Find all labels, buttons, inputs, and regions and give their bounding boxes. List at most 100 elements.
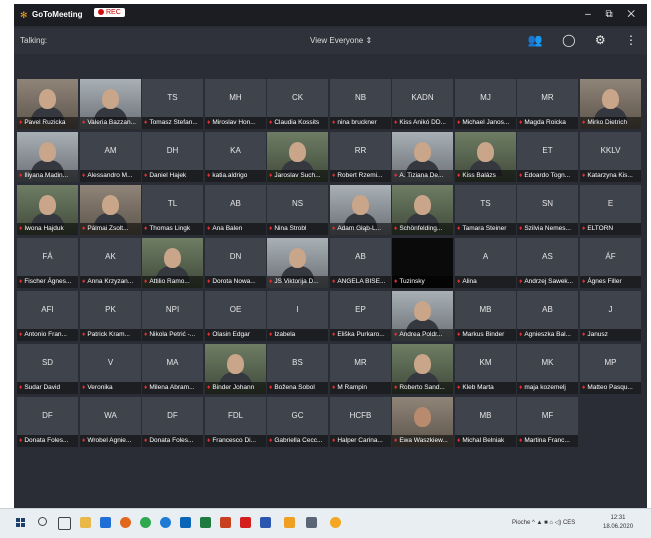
participant-tile[interactable]: HCFB ♦ Halper Carina... bbox=[330, 397, 391, 447]
participant-tile[interactable]: NPI ♦ Nikola Petrić -... bbox=[142, 291, 203, 341]
participant-tile[interactable]: ♦ Roberto Sand... bbox=[392, 344, 453, 394]
participant-tile[interactable]: MR ♦ Magda Roicka bbox=[517, 79, 578, 129]
participant-tile[interactable]: FDL ♦ Francesco Di... bbox=[205, 397, 266, 447]
participant-tile[interactable]: AK ♦ Anna Krzyzan... bbox=[80, 238, 141, 288]
participant-tile[interactable]: FÁ ♦ Fischer Ágnes... bbox=[17, 238, 78, 288]
participant-tile[interactable]: NB ♦ nina bruckner bbox=[330, 79, 391, 129]
participant-tile[interactable]: AB ♦ Agnieszka Bal... bbox=[517, 291, 578, 341]
participant-tile[interactable]: TL ♦ Thomas Lingk bbox=[142, 185, 203, 235]
participant-tile[interactable]: MJ ♦ Michael Janos... bbox=[455, 79, 516, 129]
participant-tile[interactable]: CK ♦ Claudia Kossits bbox=[267, 79, 328, 129]
participant-tile[interactable]: ♦ Iwona Hajduk bbox=[17, 185, 78, 235]
teams-icon[interactable] bbox=[284, 517, 295, 528]
windows-start-icon[interactable] bbox=[16, 518, 26, 528]
participant-tile[interactable]: MF ♦ Martina Franc... bbox=[517, 397, 578, 447]
participant-tile[interactable]: I ♦ Izabela bbox=[267, 291, 328, 341]
participant-tile[interactable]: DH ♦ Daniel Hajek bbox=[142, 132, 203, 182]
participant-tile[interactable]: ♦ JS Viktorija D... bbox=[267, 238, 328, 288]
rec-indicator[interactable]: REC bbox=[94, 8, 125, 17]
participant-tile[interactable]: TS ♦ Tamara Steiner bbox=[455, 185, 516, 235]
system-tray[interactable]: Pioche ^ ▲ ■ ⌂ ◁) CES bbox=[512, 519, 575, 526]
participant-tile[interactable]: ♦ Schönfelding... bbox=[392, 185, 453, 235]
excel-icon[interactable] bbox=[200, 517, 211, 528]
file-explorer-icon[interactable] bbox=[80, 517, 91, 528]
participant-tile[interactable]: ♦ Kiss Balázs bbox=[455, 132, 516, 182]
participant-tile[interactable]: EP ♦ Eliška Purkaro... bbox=[330, 291, 391, 341]
chrome-icon[interactable] bbox=[140, 517, 151, 528]
participant-tile[interactable]: AM ♦ Alessandro M... bbox=[80, 132, 141, 182]
task-view-icon[interactable] bbox=[58, 517, 71, 530]
participant-tile[interactable]: MB ♦ Michal Belniak bbox=[455, 397, 516, 447]
participant-tile[interactable]: ♦ Attilio Ramo... bbox=[142, 238, 203, 288]
participant-tile[interactable]: WA ♦ Wrobel Agnie... bbox=[80, 397, 141, 447]
participant-tile[interactable]: SD ♦ Sudar David bbox=[17, 344, 78, 394]
people-icon[interactable]: 👥 bbox=[528, 33, 543, 47]
participant-tile[interactable]: BS ♦ Božena Sobol bbox=[267, 344, 328, 394]
participant-tile[interactable]: DN ♦ Dorota Nowa... bbox=[205, 238, 266, 288]
participant-tile[interactable]: ÁF ♦ Ágnes Filler bbox=[580, 238, 641, 288]
firefox-icon[interactable] bbox=[120, 517, 131, 528]
participant-tile[interactable]: PK ♦ Patrick Kram... bbox=[80, 291, 141, 341]
chat-icon[interactable]: ◯ bbox=[562, 33, 575, 47]
participant-tile[interactable]: ♦ Valeria Bazzan... bbox=[80, 79, 141, 129]
participant-name-label: ♦ Jaroslav Such... bbox=[267, 170, 328, 182]
participant-tile[interactable]: RR ♦ Robert Rzemi... bbox=[330, 132, 391, 182]
search-icon[interactable] bbox=[38, 517, 47, 526]
participant-tile[interactable]: ♦ Tuzinsky bbox=[392, 238, 453, 288]
participant-tile[interactable]: ♦ A. Tiziana De... bbox=[392, 132, 453, 182]
participant-tile[interactable]: KM ♦ Kleb Marta bbox=[455, 344, 516, 394]
participant-tile[interactable]: KADN ♦ Kiss Anikó DD... bbox=[392, 79, 453, 129]
participant-tile[interactable]: ♦ Andrea Poldr... bbox=[392, 291, 453, 341]
window-controls[interactable]: – ⧉ ✕ bbox=[585, 9, 641, 20]
participant-tile[interactable]: ♦ Pavel Ruzicka bbox=[17, 79, 78, 129]
participant-tile[interactable]: ♦ Jaroslav Such... bbox=[267, 132, 328, 182]
participant-tile[interactable]: AB ♦ ANGELA BISE... bbox=[330, 238, 391, 288]
participant-tile[interactable]: KKLV ♦ Katarzyna Kis... bbox=[580, 132, 641, 182]
participant-tile[interactable]: ♦ Mirko Dietrich bbox=[580, 79, 641, 129]
word-icon[interactable] bbox=[260, 517, 271, 528]
participant-tile[interactable]: DF ♦ Donata Foles... bbox=[142, 397, 203, 447]
muted-mic-icon: ♦ bbox=[394, 331, 398, 338]
view-selector[interactable]: View Everyone ⇕ bbox=[310, 36, 372, 45]
participant-tile[interactable]: ♦ Iliyana Madin... bbox=[17, 132, 78, 182]
participant-tile[interactable]: MP ♦ Matteo Pasqu... bbox=[580, 344, 641, 394]
participant-tile[interactable]: DF ♦ Donata Foles... bbox=[17, 397, 78, 447]
participant-tile[interactable]: KA ♦ katia.aldrigo bbox=[205, 132, 266, 182]
participant-tile[interactable]: SN ♦ Szilvia Nemes... bbox=[517, 185, 578, 235]
participant-tile[interactable]: ♦ Binder Johann bbox=[205, 344, 266, 394]
participant-tile[interactable]: AS ♦ Andrzej Sawek... bbox=[517, 238, 578, 288]
clock[interactable]: 12:31 18.06.2020 bbox=[603, 514, 633, 532]
mail-icon[interactable] bbox=[100, 517, 111, 528]
participant-tile[interactable]: AB ♦ Ana Balen bbox=[205, 185, 266, 235]
participant-video-face bbox=[414, 407, 431, 427]
participant-tile[interactable]: MH ♦ Miroslav Hon... bbox=[205, 79, 266, 129]
muted-mic-icon: ♦ bbox=[457, 119, 461, 126]
participant-tile[interactable]: J ♦ Janusz bbox=[580, 291, 641, 341]
acrobat-icon[interactable] bbox=[240, 517, 251, 528]
participant-tile[interactable]: TS ♦ Tomasz Stefan... bbox=[142, 79, 203, 129]
gotomeeting-task-icon[interactable] bbox=[330, 517, 341, 528]
participant-tile[interactable]: A ♦ Alina bbox=[455, 238, 516, 288]
participant-name: Andrzej Sawek... bbox=[524, 278, 574, 285]
participant-tile[interactable]: MB ♦ Markus Binder bbox=[455, 291, 516, 341]
participant-tile[interactable]: ♦ Pálmai Zsolt... bbox=[80, 185, 141, 235]
calculator-icon[interactable] bbox=[306, 517, 317, 528]
outlook-icon[interactable] bbox=[180, 517, 191, 528]
participant-tile[interactable]: E ♦ ELTORN bbox=[580, 185, 641, 235]
more-vertical-icon[interactable]: ⋮ bbox=[625, 33, 637, 47]
participant-tile[interactable]: OE ♦ Olasin Edgar bbox=[205, 291, 266, 341]
participant-tile[interactable]: ET ♦ Edoardo Togn... bbox=[517, 132, 578, 182]
participant-tile[interactable]: NS ♦ Nina Strobl bbox=[267, 185, 328, 235]
gear-icon[interactable]: ⚙ bbox=[595, 33, 606, 47]
participant-tile[interactable]: GC ♦ Gabriella Cecc... bbox=[267, 397, 328, 447]
participant-name-label: ♦ A. Tiziana De... bbox=[392, 170, 453, 182]
participant-tile[interactable]: ♦ Ewa Waszkiew... bbox=[392, 397, 453, 447]
participant-tile[interactable]: MK ♦ maja kozemelj bbox=[517, 344, 578, 394]
participant-tile[interactable]: V ♦ Veronika bbox=[80, 344, 141, 394]
participant-tile[interactable]: MR ♦ M Rampin bbox=[330, 344, 391, 394]
participant-tile[interactable]: AFI ♦ Antonio Fran... bbox=[17, 291, 78, 341]
powerpoint-icon[interactable] bbox=[220, 517, 231, 528]
edge-icon[interactable] bbox=[160, 517, 171, 528]
participant-tile[interactable]: ♦ Adam Głąb-L... bbox=[330, 185, 391, 235]
participant-tile[interactable]: MA ♦ Milena Abram... bbox=[142, 344, 203, 394]
